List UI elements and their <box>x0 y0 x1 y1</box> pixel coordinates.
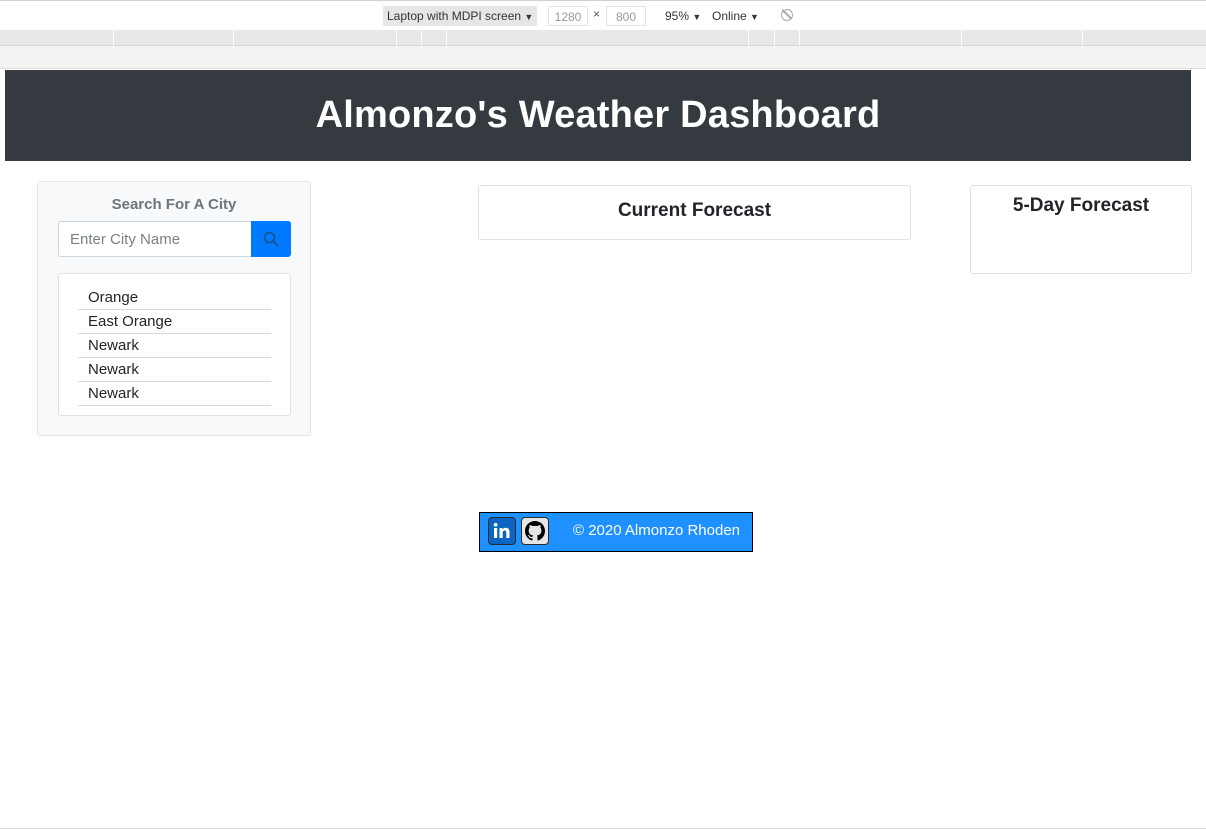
city-history-item[interactable]: Newark <box>78 358 271 382</box>
viewport-bottom-edge <box>0 828 1206 829</box>
linkedin-link[interactable] <box>488 517 516 545</box>
height-input[interactable]: 800 <box>606 6 646 26</box>
ruler-divider <box>421 30 422 46</box>
linkedin-icon <box>493 522 510 538</box>
footer: © 2020 Almonzo Rhoden <box>479 512 753 552</box>
github-link[interactable] <box>521 517 549 545</box>
page-header: Almonzo's Weather Dashboard <box>5 70 1191 161</box>
rotate-icon[interactable] <box>781 9 793 21</box>
city-history-item[interactable]: Orange <box>78 286 271 310</box>
five-day-forecast-title: 5-Day Forecast <box>1012 195 1150 216</box>
city-history-item[interactable]: Newark <box>78 334 271 358</box>
search-history-list: Orange East Orange Newark Newark Newark <box>58 273 291 416</box>
current-forecast-title: Current Forecast <box>617 200 772 221</box>
ruler-divider <box>961 30 962 46</box>
throttling-value: Online <box>712 9 747 23</box>
five-day-forecast-card: 5-Day Forecast <box>970 185 1192 274</box>
zoom-value: 95% <box>665 9 690 23</box>
search-title: Search For A City <box>111 196 237 213</box>
device-name: Laptop with MDPI screen <box>387 9 522 23</box>
ruler-divider <box>1082 30 1083 46</box>
current-forecast-card: Current Forecast <box>478 185 911 240</box>
search-icon <box>263 231 279 247</box>
ruler-divider <box>774 30 775 46</box>
ruler-divider <box>799 30 800 46</box>
ruler-divider <box>396 30 397 46</box>
device-select[interactable]: Laptop with MDPI screen ▼ <box>383 6 538 26</box>
chevron-down-icon: ▼ <box>524 12 534 22</box>
device-toolbar: Laptop with MDPI screen ▼ 1280 × 800 95%… <box>0 0 1206 30</box>
city-history-item[interactable]: East Orange <box>78 310 271 334</box>
media-query-ruler[interactable] <box>0 30 1206 46</box>
width-input[interactable]: 1280 <box>548 6 588 26</box>
city-search-input[interactable] <box>58 221 252 257</box>
chevron-down-icon: ▼ <box>692 12 702 22</box>
search-panel: Search For A City Orange East Orange New… <box>37 181 311 436</box>
throttling-select[interactable]: Online ▼ <box>712 6 759 26</box>
dimension-separator: × <box>593 7 601 21</box>
copyright-text: © 2020 Almonzo Rhoden <box>573 522 740 539</box>
chevron-down-icon: ▼ <box>750 12 759 22</box>
city-history-item[interactable]: Newark <box>78 382 271 406</box>
ruler-divider <box>748 30 749 46</box>
zoom-select[interactable]: 95% ▼ <box>665 6 701 26</box>
ruler-divider <box>233 30 234 46</box>
ruler-divider <box>446 30 447 46</box>
page-title: Almonzo's Weather Dashboard <box>315 94 881 136</box>
ruler-spacer <box>0 46 1206 69</box>
github-icon <box>525 521 545 541</box>
search-button[interactable] <box>251 221 291 257</box>
ruler-divider <box>113 30 114 46</box>
